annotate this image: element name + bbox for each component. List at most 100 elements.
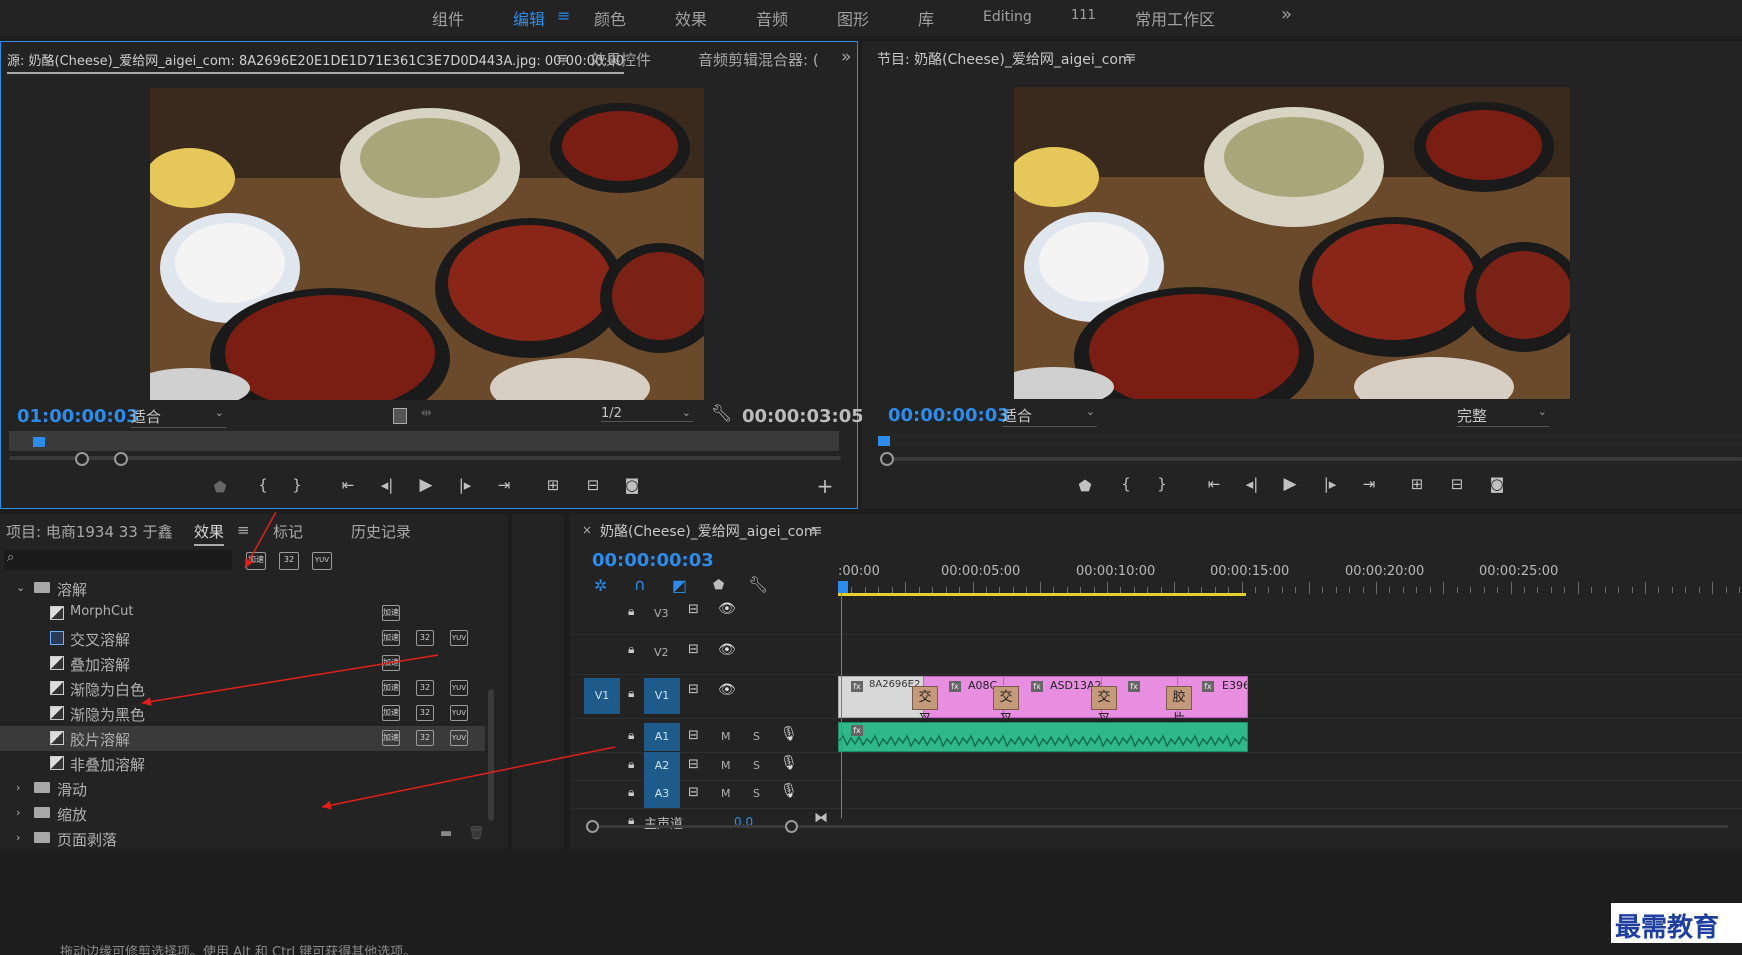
- program-quality-dropdown[interactable]: 完整 ⌄: [1457, 405, 1549, 427]
- button-editor-plus-icon[interactable]: +: [813, 474, 837, 498]
- eye-icon[interactable]: 👁︎: [718, 642, 736, 658]
- tab-effect-controls[interactable]: 效果控件: [591, 49, 651, 70]
- effects-panel-menu-icon[interactable]: ≡: [237, 521, 250, 539]
- transition-cross-dissolve[interactable]: 交叉: [1091, 686, 1117, 727]
- workspace-tab-effects[interactable]: 效果: [675, 6, 707, 30]
- timeline-close-icon[interactable]: ×: [582, 523, 592, 537]
- step-back-icon[interactable]: ◂|: [1240, 475, 1264, 493]
- transition-cross-dissolve[interactable]: 交叉: [912, 686, 938, 727]
- solo-button[interactable]: S: [753, 730, 760, 743]
- camera-icon[interactable]: ◙: [620, 476, 644, 494]
- step-back-icon[interactable]: ◂|: [375, 476, 399, 494]
- go-to-out-icon[interactable]: ⇥: [492, 476, 516, 494]
- eye-icon[interactable]: 👁︎: [718, 682, 736, 698]
- effects-item[interactable]: 胶片溶解 加速 32 YUV: [0, 726, 485, 751]
- workspace-tab-audio[interactable]: 音频: [756, 6, 788, 30]
- mute-button[interactable]: M: [721, 730, 731, 743]
- source-tab-title[interactable]: 源: 奶酪(Cheese)_爱给网_aigei_com: 8A2696E20E1…: [7, 50, 625, 74]
- timeline-menu-icon[interactable]: ≡: [810, 521, 823, 539]
- sync-lock-icon[interactable]: ⊟: [688, 757, 699, 772]
- safe-margin-icon[interactable]: [393, 408, 407, 424]
- microphone-icon[interactable]: 🎙︎: [780, 726, 798, 742]
- lock-icon[interactable]: 🔒︎: [628, 686, 634, 701]
- snap-icon[interactable]: ∩: [634, 575, 646, 594]
- zoom-handle-right[interactable]: [114, 452, 128, 466]
- mute-button[interactable]: M: [721, 759, 731, 772]
- chevron-right-icon[interactable]: ›: [16, 781, 20, 794]
- program-zoom-bar[interactable]: [886, 457, 1742, 461]
- program-fit-dropdown[interactable]: 适合 ⌄: [1002, 405, 1097, 427]
- lock-icon[interactable]: 🔒︎: [628, 728, 634, 743]
- workspace-tab-editing[interactable]: 编辑: [513, 6, 545, 30]
- program-playhead[interactable]: [878, 436, 890, 446]
- step-forward-icon[interactable]: |▸: [453, 476, 477, 494]
- camera-icon[interactable]: ◙: [1485, 475, 1509, 493]
- clip-audio[interactable]: fx: [838, 722, 1248, 752]
- track-label-v1[interactable]: V1: [644, 678, 680, 714]
- master-end-icon[interactable]: ⧓: [814, 810, 828, 826]
- settings-wrench-icon[interactable]: 🔧︎: [748, 575, 768, 594]
- chevron-right-icon[interactable]: ›: [16, 831, 20, 844]
- effects-search-input[interactable]: ⌕: [4, 550, 232, 570]
- microphone-icon[interactable]: 🎙︎: [780, 783, 798, 799]
- tab-history[interactable]: 历史记录: [351, 521, 411, 542]
- lock-icon[interactable]: 🔒︎: [628, 785, 634, 800]
- effects-folder[interactable]: ⌄ 溶解: [0, 576, 485, 601]
- go-to-out-icon[interactable]: ⇥: [1357, 475, 1381, 493]
- new-folder-icon[interactable]: ▬: [440, 826, 452, 841]
- tab-effects[interactable]: 效果: [194, 521, 225, 546]
- source-patch-v1[interactable]: V1: [584, 678, 620, 714]
- zoom-handle-right[interactable]: [785, 820, 798, 833]
- source-time-ruler[interactable]: [9, 431, 839, 451]
- drag-video-icon[interactable]: ⇹: [421, 406, 432, 421]
- sync-lock-icon[interactable]: ⊟: [688, 602, 699, 617]
- workspace-tab-editing-custom[interactable]: Editing: [983, 9, 1032, 25]
- workspace-tab-common[interactable]: 常用工作区: [1135, 6, 1215, 30]
- mark-in-icon[interactable]: {: [251, 476, 275, 494]
- source-timecode[interactable]: 01:00:00:03: [17, 406, 139, 427]
- effects-folder[interactable]: › 缩放: [0, 801, 485, 826]
- lock-icon[interactable]: 🔒︎: [628, 604, 634, 619]
- workspace-tab-libraries[interactable]: 库: [918, 6, 934, 30]
- chevron-down-icon[interactable]: ⌄: [16, 581, 25, 594]
- source-zoom-bar[interactable]: [9, 456, 841, 460]
- overwrite-icon[interactable]: ⊟: [581, 476, 605, 494]
- go-to-in-icon[interactable]: ⇤: [336, 476, 360, 494]
- mark-in-icon[interactable]: {: [1114, 475, 1138, 493]
- source-overflow-icon[interactable]: »: [841, 47, 851, 67]
- sync-lock-icon[interactable]: ⊟: [688, 642, 699, 657]
- source-fit-dropdown[interactable]: 适合 ⌄: [131, 406, 226, 428]
- add-marker-icon[interactable]: ⬟: [713, 578, 724, 593]
- step-forward-icon[interactable]: |▸: [1318, 475, 1342, 493]
- program-time-ruler[interactable]: [878, 433, 1742, 447]
- lock-icon[interactable]: 🔒︎: [628, 757, 634, 772]
- zoom-handle-left[interactable]: [75, 452, 89, 466]
- sync-lock-icon[interactable]: ⊟: [688, 785, 699, 800]
- timeline-tab-title[interactable]: 奶酪(Cheese)_爱给网_aigei_com: [600, 521, 817, 541]
- effects-item[interactable]: 渐隐为黑色 加速 32 YUV: [0, 701, 485, 726]
- timeline-zoom-bar[interactable]: [588, 825, 1728, 828]
- source-playhead[interactable]: [33, 437, 45, 447]
- eye-icon[interactable]: 👁︎: [718, 601, 736, 617]
- yuv-filter-icon[interactable]: YUV: [312, 552, 332, 570]
- sync-lock-icon[interactable]: ⊟: [688, 682, 699, 697]
- timeline-ruler[interactable]: :00:00 00:00:05:00 00:00:10:00 00:00:15:…: [838, 562, 1742, 598]
- transition-cross-dissolve[interactable]: 交叉: [993, 686, 1019, 727]
- program-tab-title[interactable]: 节目: 奶酪(Cheese)_爱给网_aigei_com: [877, 49, 1132, 69]
- 32bit-filter-icon[interactable]: 32: [279, 552, 299, 570]
- play-icon[interactable]: ▶: [414, 475, 438, 495]
- add-marker-icon[interactable]: ⬟: [1073, 477, 1097, 495]
- program-timecode[interactable]: 00:00:00:03: [888, 405, 1010, 426]
- extract-icon[interactable]: ⊟: [1445, 475, 1469, 493]
- play-icon[interactable]: ▶: [1278, 474, 1302, 494]
- timeline-playhead[interactable]: [838, 581, 848, 593]
- add-marker-icon[interactable]: ⬟: [208, 478, 232, 496]
- insert-icon[interactable]: ⊞: [541, 476, 565, 494]
- effects-item[interactable]: 叠加溶解 加速: [0, 651, 485, 676]
- workspace-tab-111[interactable]: 111: [1071, 8, 1096, 23]
- workspace-tab-assembly[interactable]: 组件: [432, 6, 464, 30]
- effects-item[interactable]: 非叠加溶解: [0, 751, 485, 776]
- lift-icon[interactable]: ⊞: [1405, 475, 1429, 493]
- effects-scrollbar[interactable]: [488, 689, 494, 821]
- microphone-icon[interactable]: 🎙︎: [780, 755, 798, 771]
